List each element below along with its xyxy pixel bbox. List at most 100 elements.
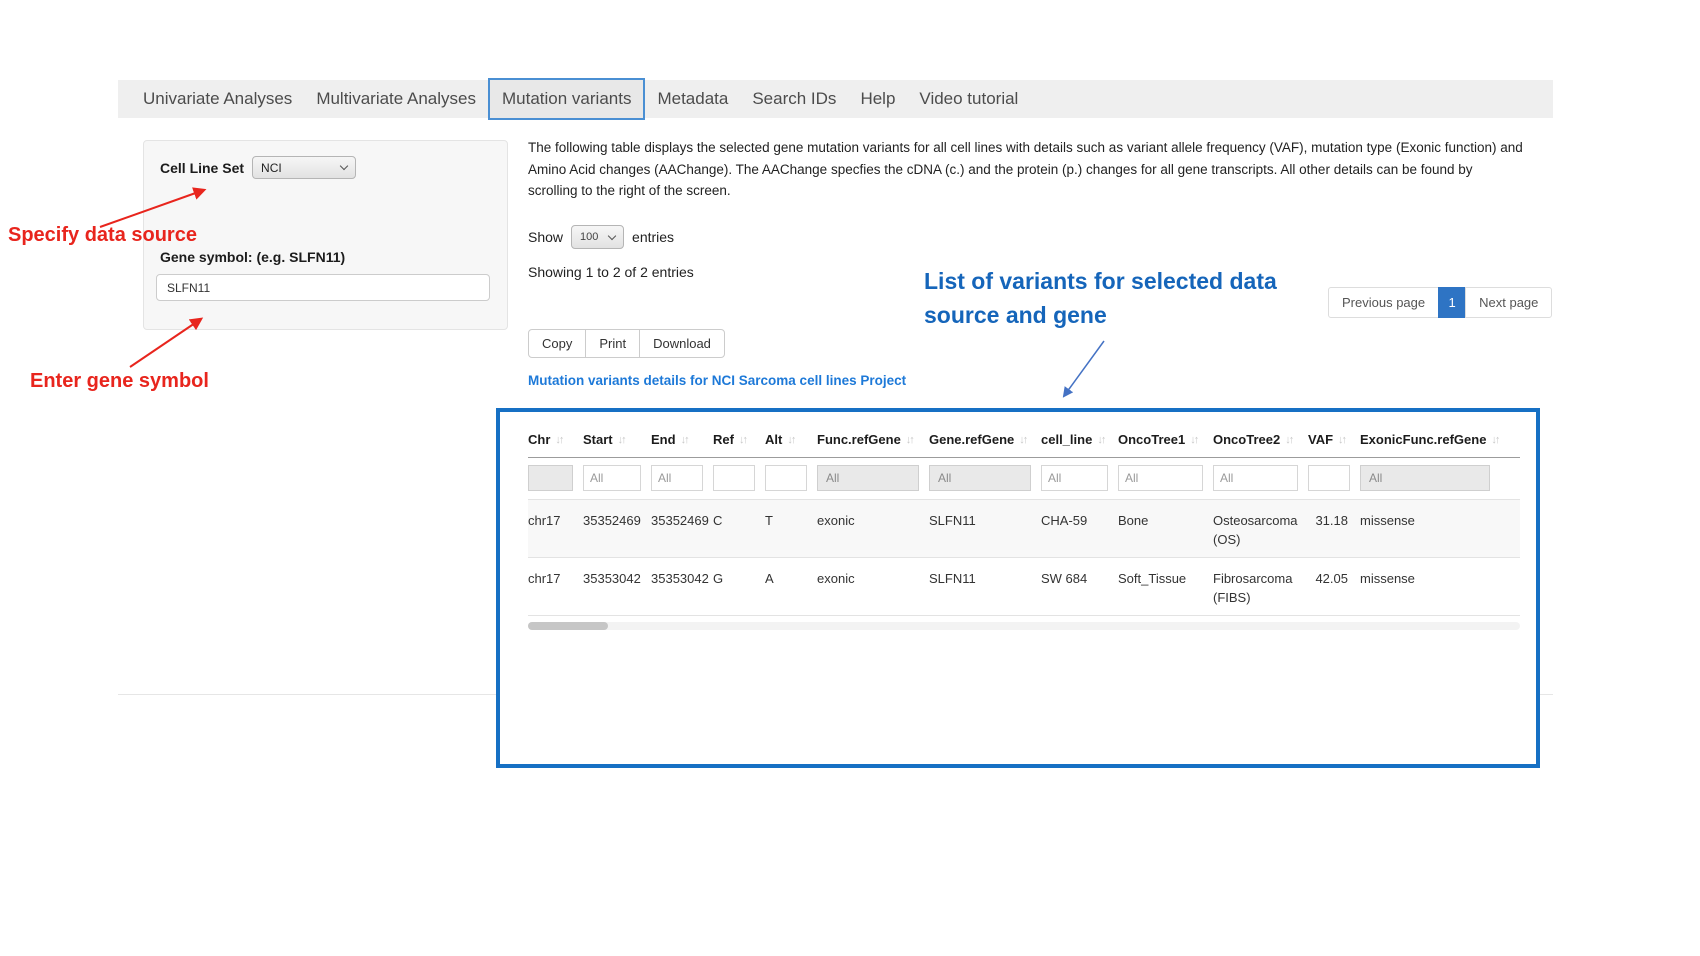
filter-input-cell-line[interactable] [1041,465,1108,491]
scrollbar-thumb[interactable] [528,622,608,630]
variants-table-container: Chr↓↑Start↓↑End↓↑Ref↓↑Alt↓↑Func.refGene↓… [496,408,1540,768]
column-header-oncotree1[interactable]: OncoTree1 ↓↑ [1118,424,1213,457]
tab-search-ids[interactable]: Search IDs [740,80,848,118]
filter-cell-gene-refgene: All [929,465,1041,491]
column-header-ref[interactable]: Ref ↓↑ [713,424,765,457]
filter-cell-oncotree1 [1118,465,1213,491]
annotation-enter-gene-symbol: Enter gene symbol [30,370,209,393]
column-header-cell-line[interactable]: cell_line↓↑ [1041,424,1118,457]
column-header-start[interactable]: Start ↓↑ [583,424,651,457]
filter-select-chr[interactable] [528,465,573,491]
table-row-2: chr173535304235353042GAexonicSLFN11SW 68… [528,558,1520,616]
cell-chr: chr17 [528,558,583,615]
filter-cell-vaf [1308,465,1360,491]
filter-select-gene-refgene[interactable]: All [929,465,1031,491]
horizontal-scrollbar[interactable] [528,622,1520,630]
table-row-1: chr173535246935352469CTexonicSLFN11CHA-5… [528,500,1520,558]
next-page-button[interactable]: Next page [1465,287,1552,318]
sort-icon: ↓↑ [739,434,748,446]
current-page-button[interactable]: 1 [1438,287,1466,318]
entries-label: entries [632,229,674,245]
column-header-chr[interactable]: Chr ↓↑ [528,424,583,457]
column-label: Func.refGene [817,432,901,447]
filter-cell-end [651,465,713,491]
cell-exonicfunc-refgene: missense [1360,500,1500,557]
tab-help[interactable]: Help [848,80,907,118]
cell-start: 35352469 [583,500,651,557]
tab-metadata[interactable]: Metadata [645,80,740,118]
column-header-func-refgene[interactable]: Func.refGene↓↑ [817,424,929,457]
filter-input-start[interactable] [583,465,641,491]
sort-icon: ↓↑ [1019,434,1028,446]
sort-icon: ↓↑ [681,434,690,446]
column-label: Start [583,432,613,447]
filter-cell-ref [713,465,765,491]
column-header-vaf[interactable]: VAF ↓↑ [1308,424,1360,457]
cell-line-set-select[interactable]: NCI [252,156,356,179]
sort-icon: ↓↑ [1285,434,1294,446]
cell-alt: T [765,500,817,557]
column-label: Chr [528,432,550,447]
filter-cell-exonicfunc-refgene: All [1360,465,1500,491]
chevron-down-icon [608,231,616,239]
cell-func-refgene: exonic [817,558,929,615]
column-label: End [651,432,676,447]
tab-mutation-variants[interactable]: Mutation variants [488,78,645,120]
sort-icon: ↓↑ [555,434,564,446]
column-label: OncoTree1 [1118,432,1185,447]
cell-oncotree2: Osteosarcoma (OS) [1213,500,1308,557]
cell-line-set-row: Cell Line Set NCI [160,156,356,179]
tab-video-tutorial[interactable]: Video tutorial [907,80,1030,118]
cell-vaf: 42.05 [1308,558,1360,615]
filter-select-func-refgene[interactable]: All [817,465,919,491]
table-filter-row: All All All [528,458,1520,500]
column-header-exonicfunc-refgene[interactable]: ExonicFunc.refGene↓↑ [1360,424,1500,457]
table-header-row: Chr↓↑Start↓↑End↓↑Ref↓↑Alt↓↑Func.refGene↓… [528,424,1520,458]
sort-icon: ↓↑ [618,434,627,446]
filter-input-oncotree1[interactable] [1118,465,1203,491]
column-header-oncotree2[interactable]: OncoTree2 ↓↑ [1213,424,1308,457]
table-body: chr173535246935352469CTexonicSLFN11CHA-5… [528,500,1520,616]
cell-ref: G [713,558,765,615]
pagination: Previous page 1 Next page [1328,287,1552,318]
column-header-gene-refgene[interactable]: Gene.refGene ↓↑ [929,424,1041,457]
filter-cell-oncotree2 [1213,465,1308,491]
filter-input-end[interactable] [651,465,703,491]
main-nav: Univariate AnalysesMultivariate Analyses… [118,80,1553,118]
tab-univariate-analyses[interactable]: Univariate Analyses [131,80,304,118]
filter-input-vaf[interactable] [1308,465,1350,491]
sort-icon: ↓↑ [1338,434,1347,446]
filter-input-oncotree2[interactable] [1213,465,1298,491]
cell-func-refgene: exonic [817,500,929,557]
export-button-group: CopyPrintDownload [528,329,725,358]
filter-cell-alt [765,465,817,491]
sort-icon: ↓↑ [1190,434,1199,446]
column-label: VAF [1308,432,1333,447]
column-label: Ref [713,432,734,447]
column-header-alt[interactable]: Alt↓↑ [765,424,817,457]
cell-exonicfunc-refgene: missense [1360,558,1500,615]
show-label: Show [528,229,563,245]
filter-select-exonicfunc-refgene[interactable]: All [1360,465,1490,491]
column-label: Gene.refGene [929,432,1014,447]
cell-end: 35353042 [651,558,713,615]
column-label: ExonicFunc.refGene [1360,432,1486,447]
download-button[interactable]: Download [639,329,725,358]
previous-page-button[interactable]: Previous page [1328,287,1439,318]
cell-end: 35352469 [651,500,713,557]
print-button[interactable]: Print [585,329,640,358]
filter-input-alt[interactable] [765,465,807,491]
filter-input-ref[interactable] [713,465,755,491]
cell-oncotree1: Soft_Tissue [1118,558,1213,615]
cell-cell-line: CHA-59 [1041,500,1118,557]
cell-ref: C [713,500,765,557]
gene-symbol-input[interactable] [156,274,490,301]
copy-button[interactable]: Copy [528,329,586,358]
chevron-down-icon [340,162,348,170]
cell-line-set-value: NCI [261,161,282,175]
tab-multivariate-analyses[interactable]: Multivariate Analyses [304,80,488,118]
table-caption-link[interactable]: Mutation variants details for NCI Sarcom… [528,373,906,388]
column-header-end[interactable]: End ↓↑ [651,424,713,457]
column-label: OncoTree2 [1213,432,1280,447]
entries-per-page-select[interactable]: 100 [571,225,624,249]
